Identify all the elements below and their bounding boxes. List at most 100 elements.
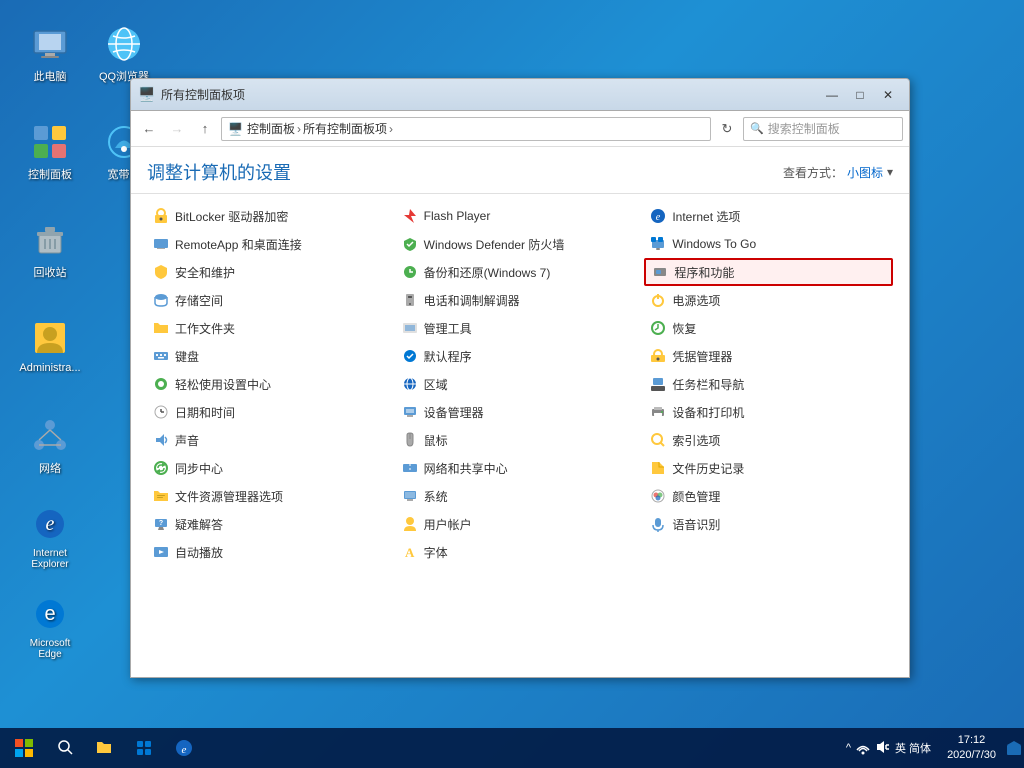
windows-to-go-label: Windows To Go: [672, 237, 756, 251]
control-panel-desktop-icon: [30, 122, 70, 162]
security-icon: [153, 264, 169, 280]
item-power[interactable]: 电源选项: [644, 286, 893, 314]
tray-keyboard[interactable]: 英 简体: [895, 740, 931, 756]
item-storage[interactable]: 存储空间: [147, 286, 396, 314]
autoplay-icon: [153, 544, 169, 560]
item-flash-player[interactable]: Flash Player: [396, 202, 645, 230]
programs-features-icon: [652, 264, 668, 280]
path-part-1[interactable]: 控制面板: [247, 120, 295, 137]
item-sync[interactable]: 同步中心: [147, 454, 396, 482]
desktop-icon-network[interactable]: 网络: [14, 412, 86, 480]
desktop-icon-control-panel[interactable]: 控制面板: [14, 118, 86, 186]
item-color-manage[interactable]: 颜色管理: [644, 482, 893, 510]
taskbar-clock[interactable]: 17:12 2020/7/30: [939, 733, 1004, 764]
item-region[interactable]: 区域: [396, 370, 645, 398]
item-default-programs[interactable]: 默认程序: [396, 342, 645, 370]
speech-icon: [650, 516, 666, 532]
search-icon: 🔍: [750, 122, 764, 135]
desktop-icon-this-pc[interactable]: 此电脑: [14, 20, 86, 88]
network-label: 网络: [39, 460, 61, 476]
item-remoteapp[interactable]: RemoteApp 和桌面连接: [147, 230, 396, 258]
security-label: 安全和维护: [175, 264, 235, 281]
file-explorer-options-label: 文件资源管理器选项: [175, 488, 283, 505]
taskbar-search-button[interactable]: [48, 728, 84, 768]
forward-button[interactable]: →: [165, 117, 189, 141]
item-file-history[interactable]: 文件历史记录: [644, 454, 893, 482]
desktop-icon-recycle-bin[interactable]: 回收站: [14, 216, 86, 284]
item-recovery[interactable]: 恢复: [644, 314, 893, 342]
item-backup[interactable]: 备份和还原(Windows 7): [396, 258, 645, 286]
view-mode-link[interactable]: 小图标: [847, 164, 883, 181]
item-admin-tools[interactable]: 管理工具: [396, 314, 645, 342]
path-part-2[interactable]: 所有控制面板项: [303, 120, 387, 137]
item-devices-printers[interactable]: 设备和打印机: [644, 398, 893, 426]
sync-icon: [153, 460, 169, 476]
taskbar-store[interactable]: [124, 728, 164, 768]
item-phone-modem[interactable]: 电话和调制解调器: [396, 286, 645, 314]
minimize-button[interactable]: —: [819, 85, 845, 105]
search-box[interactable]: 🔍 搜索控制面板: [743, 117, 903, 141]
item-datetime[interactable]: 日期和时间: [147, 398, 396, 426]
item-file-explorer-options[interactable]: 文件资源管理器选项: [147, 482, 396, 510]
desktop-icon-administrator[interactable]: Administra...: [14, 314, 86, 378]
item-taskbar-nav[interactable]: 任务栏和导航: [644, 370, 893, 398]
item-programs-features[interactable]: 程序和功能: [644, 258, 893, 286]
tray-network[interactable]: [855, 739, 871, 758]
maximize-button[interactable]: □: [847, 85, 873, 105]
user-accounts-icon: [402, 516, 418, 532]
item-work-folders[interactable]: 工作文件夹: [147, 314, 396, 342]
item-troubleshoot[interactable]: ? 疑难解答: [147, 510, 396, 538]
desktop-icon-edge[interactable]: e Microsoft Edge: [14, 590, 86, 664]
back-button[interactable]: ←: [137, 117, 161, 141]
font-label: 字体: [424, 544, 448, 561]
taskbar-ie-button[interactable]: e: [164, 728, 204, 768]
index-label: 索引选项: [672, 432, 720, 449]
view-dropdown-icon[interactable]: ▾: [887, 165, 893, 179]
item-system[interactable]: 系统: [396, 482, 645, 510]
item-font[interactable]: A 字体: [396, 538, 645, 566]
taskbar-file-explorer[interactable]: [84, 728, 124, 768]
item-keyboard[interactable]: 键盘: [147, 342, 396, 370]
items-grid: BitLocker 驱动器加密 Flash Player e Internet …: [131, 194, 909, 677]
item-network-share[interactable]: 网络和共享中心: [396, 454, 645, 482]
bitlocker-icon: [153, 208, 169, 224]
ease-icon: [153, 376, 169, 392]
item-index[interactable]: 索引选项: [644, 426, 893, 454]
ie-taskbar-icon: e: [175, 739, 193, 757]
item-speech[interactable]: 语音识别: [644, 510, 893, 538]
svg-text:A: A: [405, 545, 415, 560]
start-button[interactable]: [0, 728, 48, 768]
remoteapp-icon: [153, 236, 169, 252]
troubleshoot-icon: ?: [153, 516, 169, 532]
item-device-manager[interactable]: 设备管理器: [396, 398, 645, 426]
refresh-button[interactable]: ↻: [715, 117, 739, 141]
window-title: 所有控制面板项: [161, 86, 813, 103]
desktop-icon-ie[interactable]: e Internet Explorer: [14, 500, 86, 574]
up-button[interactable]: ↑: [193, 117, 217, 141]
item-user-accounts[interactable]: 用户帐户: [396, 510, 645, 538]
address-path-display[interactable]: 🖥️ 控制面板 › 所有控制面板项 ›: [221, 117, 711, 141]
item-ease[interactable]: 轻松使用设置中心: [147, 370, 396, 398]
item-credential[interactable]: 凭据管理器: [644, 342, 893, 370]
admin-tools-label: 管理工具: [424, 320, 472, 337]
item-windows-defender[interactable]: Windows Defender 防火墙: [396, 230, 645, 258]
tray-expand[interactable]: ^: [846, 742, 851, 754]
item-mouse[interactable]: 鼠标: [396, 426, 645, 454]
page-title: 调整计算机的设置: [147, 159, 291, 185]
windows-defender-icon: [402, 236, 418, 252]
sound-icon: [153, 432, 169, 448]
content-area: 调整计算机的设置 查看方式： 小图标 ▾ BitLocker 驱动器加密 Fla…: [131, 147, 909, 677]
clock-date: 2020/7/30: [947, 748, 996, 763]
item-security[interactable]: 安全和维护: [147, 258, 396, 286]
item-internet-options[interactable]: e Internet 选项: [644, 202, 893, 230]
view-options: 查看方式： 小图标 ▾: [783, 164, 893, 181]
item-bitlocker[interactable]: BitLocker 驱动器加密: [147, 202, 396, 230]
taskbar-notification[interactable]: [1004, 728, 1024, 768]
item-autoplay[interactable]: 自动播放: [147, 538, 396, 566]
windows-logo-icon: [14, 738, 34, 758]
item-windows-to-go[interactable]: Windows To Go: [644, 230, 893, 258]
close-button[interactable]: ✕: [875, 85, 901, 105]
tray-volume[interactable]: [875, 739, 891, 758]
item-sound[interactable]: 声音: [147, 426, 396, 454]
content-header: 调整计算机的设置 查看方式： 小图标 ▾: [131, 147, 909, 194]
